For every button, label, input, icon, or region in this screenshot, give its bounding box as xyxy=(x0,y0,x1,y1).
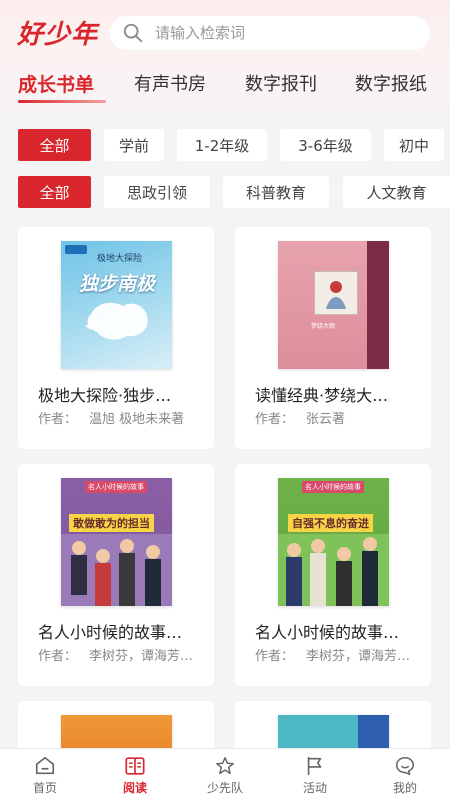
active-tab-indicator xyxy=(18,100,106,103)
book-card[interactable]: 名人小时候的故事 自强不息的奋进 名人小时候的故事… 作者： 李树芬，谭海芳… xyxy=(235,464,431,686)
book-icon xyxy=(125,756,145,775)
nav-read-label: 阅读 xyxy=(122,780,147,795)
grade-filter-all[interactable]: 全部 xyxy=(18,129,91,161)
nav-activities[interactable]: 活动 xyxy=(270,749,360,800)
grade-filter-grade-1-2[interactable]: 1-2年级 xyxy=(177,129,267,161)
topic-filter-science[interactable]: 科普教育 xyxy=(223,176,329,208)
book-title: 读懂经典·梦绕大… xyxy=(255,386,389,405)
search-icon xyxy=(123,23,143,43)
cover-painting xyxy=(326,281,346,309)
search-input[interactable] xyxy=(155,24,405,42)
chat-face-icon xyxy=(395,756,415,775)
tab-growth-booklist[interactable]: 成长书单 xyxy=(18,70,94,97)
grade-filter-preschool[interactable]: 学前 xyxy=(104,129,164,161)
cover-series-text: 名人小时候的故事 xyxy=(302,481,364,493)
book-title: 极地大探险·独步… xyxy=(38,386,172,405)
topic-filter-all[interactable]: 全部 xyxy=(18,176,91,208)
book-author: 作者： 张云著 xyxy=(255,412,346,427)
book-card[interactable]: 梦绕大观 读懂经典·梦绕大… 作者： 张云著 xyxy=(235,227,431,449)
star-icon xyxy=(216,756,234,774)
home-icon xyxy=(35,756,55,774)
top-header: 好少年 成长书单 有声书房 数字报刊 数字报纸 xyxy=(0,0,450,112)
cover-title-text: 独步南极 xyxy=(79,273,156,295)
nav-activities-label: 活动 xyxy=(302,780,327,795)
flag-icon xyxy=(307,756,322,775)
cover-title-text: 敢做敢为的担当 xyxy=(69,514,154,532)
tab-digital-periodicals[interactable]: 数字报刊 xyxy=(245,70,317,96)
tab-audio-books[interactable]: 有声书房 xyxy=(134,70,206,96)
book-author: 作者： 李树芬，谭海芳… xyxy=(255,649,411,664)
cover-series-text: 极地大探险 xyxy=(97,254,143,264)
antarctica-illustration xyxy=(85,302,148,340)
topic-filter-ideology[interactable]: 思政引领 xyxy=(104,176,210,208)
bottom-navigation: 首页 阅读 少先队 活动 我的 xyxy=(0,748,450,800)
grade-filter-grade-3-6[interactable]: 3-6年级 xyxy=(280,129,371,161)
search-bar[interactable] xyxy=(110,16,430,50)
tab-digital-newspapers[interactable]: 数字报纸 xyxy=(355,70,427,96)
book-cover: 极地大探险 独步南极 xyxy=(61,241,172,369)
cover-title-text: 梦绕大观 xyxy=(311,323,336,330)
topic-filter-row: 全部 思政引领 科普教育 人文教育 xyxy=(0,176,450,208)
cover-series-text: 名人小时候的故事 xyxy=(85,481,147,493)
app-logo: 好少年 xyxy=(17,20,99,50)
nav-home[interactable]: 首页 xyxy=(0,749,90,800)
book-title: 名人小时候的故事… xyxy=(255,623,400,642)
nav-read[interactable]: 阅读 xyxy=(90,749,180,800)
cover-title-text: 自强不息的奋进 xyxy=(288,514,373,532)
book-author: 作者： 温旭 极地未来著 xyxy=(38,412,185,427)
nav-home-label: 首页 xyxy=(32,780,57,795)
nav-young-pioneers[interactable]: 少先队 xyxy=(180,749,270,800)
cover-illustration xyxy=(61,534,172,606)
category-tabs: 成长书单 有声书房 数字报刊 数字报纸 xyxy=(0,70,450,103)
nav-mine-label: 我的 xyxy=(392,780,417,795)
topic-filter-humanities[interactable]: 人文教育 xyxy=(343,176,450,208)
book-author: 作者： 李树芬，谭海芳… xyxy=(38,649,194,664)
nav-young-pioneers-label: 少先队 xyxy=(206,780,243,795)
book-card[interactable]: 名人小时候的故事 敢做敢为的担当 名人小时候的故事… 作者： 李树芬，谭海芳… xyxy=(18,464,214,686)
book-card[interactable]: 极地大探险 独步南极 极地大探险·独步… 作者： 温旭 极地未来著 xyxy=(18,227,214,449)
book-cover: 名人小时候的故事 自强不息的奋进 xyxy=(278,478,389,606)
book-cover: 梦绕大观 xyxy=(278,241,389,369)
nav-mine[interactable]: 我的 xyxy=(360,749,450,800)
cover-illustration xyxy=(278,534,389,606)
book-title: 名人小时候的故事… xyxy=(38,623,183,642)
book-cover: 名人小时候的故事 敢做敢为的担当 xyxy=(61,478,172,606)
grade-filter-junior-high[interactable]: 初中 xyxy=(384,129,444,161)
grade-filter-row: 全部 学前 1-2年级 3-6年级 初中 xyxy=(0,129,450,161)
